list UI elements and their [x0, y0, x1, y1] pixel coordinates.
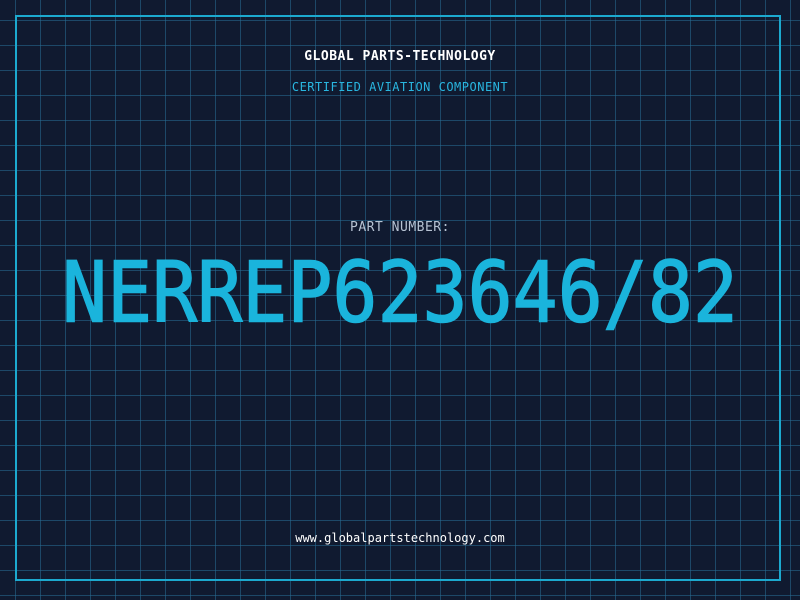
part-number-pixel-text: NERREP623646/82 [61, 243, 739, 343]
part-number: NERREP623646/82 [0, 243, 800, 343]
website-url[interactable]: www.globalpartstechnology.com [0, 531, 800, 545]
part-number-label: PART NUMBER: [350, 220, 450, 235]
certification-subtitle: CERTIFIED AVIATION COMPONENT [291, 80, 509, 94]
part-number-text: NERREP623646/82 [62, 244, 738, 342]
company-name: GLOBAL PARTS-TECHNOLOGY [304, 49, 496, 64]
tag-card: GLOBAL PARTS-TECHNOLOGY CERTIFIED AVIATI… [0, 0, 800, 600]
